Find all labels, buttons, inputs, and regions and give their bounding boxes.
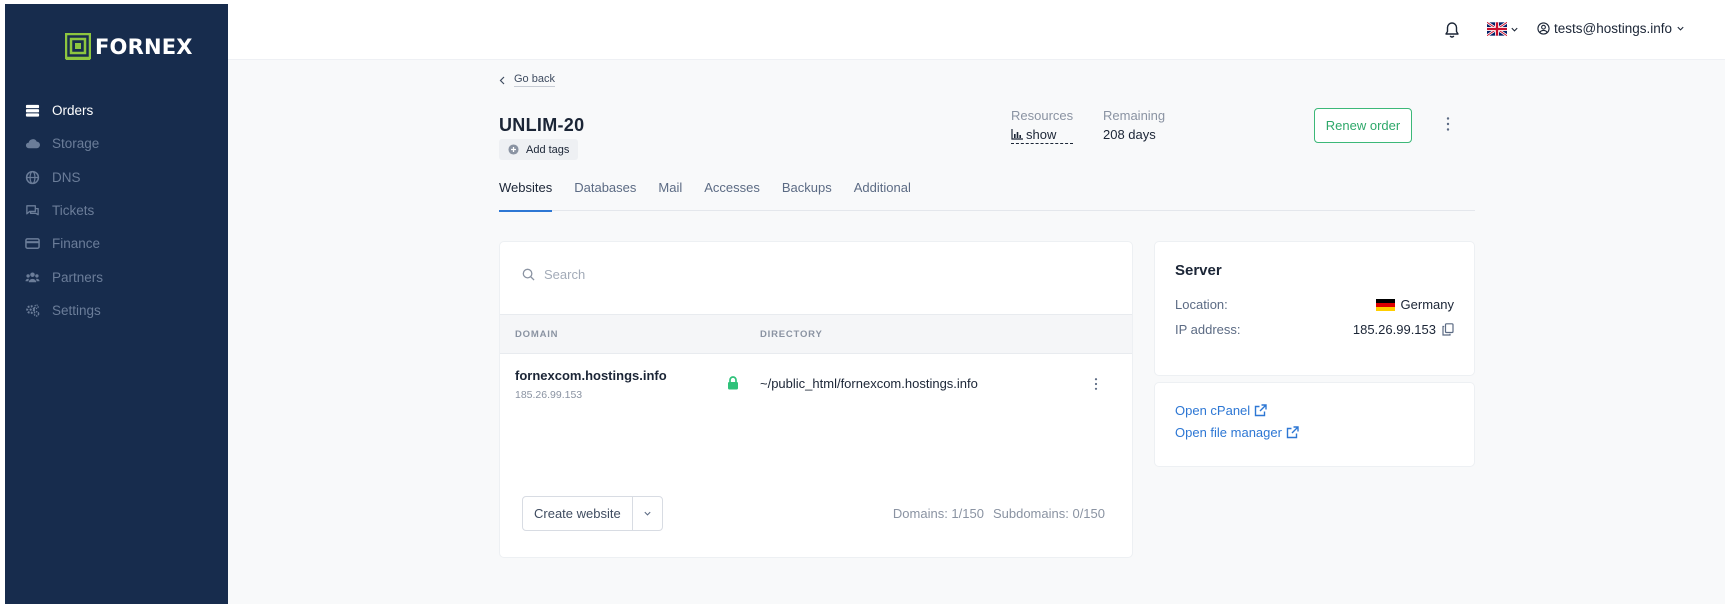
- website-directory: ~/public_html/fornexcom.hostings.info: [760, 376, 978, 391]
- sidebar-item-orders[interactable]: Orders: [5, 94, 228, 127]
- panel-links-card: Open cPanel Open file manager: [1154, 382, 1475, 467]
- server-icon: [24, 103, 40, 119]
- sidebar-item-label: Partners: [52, 269, 104, 285]
- column-header-domain: DOMAIN: [515, 329, 559, 340]
- main-content: Go back UNLIM-20 Add tags Resources show…: [228, 60, 1725, 604]
- open-cpanel-link[interactable]: Open cPanel: [1175, 403, 1267, 418]
- remaining-label: Remaining: [1103, 108, 1166, 123]
- open-file-manager-link[interactable]: Open file manager: [1175, 425, 1299, 440]
- sidebar-item-partners[interactable]: Partners: [5, 260, 228, 293]
- more-vertical-icon[interactable]: [1445, 116, 1451, 132]
- create-website-group: Create website: [522, 496, 663, 531]
- subdomains-count: Subdomains: 0/150: [992, 506, 1105, 521]
- search-input[interactable]: Search: [544, 267, 585, 282]
- open-file-manager-label: Open file manager: [1175, 425, 1282, 440]
- domains-count: Domains: 1/150: [892, 506, 984, 521]
- user-email: tests@hostings.info: [1554, 21, 1673, 36]
- column-header-directory: DIRECTORY: [760, 329, 823, 340]
- chevron-down-icon: [644, 511, 651, 516]
- resources-label: Resources: [1011, 108, 1074, 123]
- sidebar-item-storage[interactable]: Storage: [5, 127, 228, 160]
- resources-show-link[interactable]: show: [1011, 127, 1074, 144]
- brand-name: FORNEX: [95, 35, 193, 59]
- sidebar-item-label: Orders: [52, 103, 94, 119]
- sidebar-item-label: Storage: [52, 136, 100, 152]
- open-cpanel-label: Open cPanel: [1175, 403, 1251, 418]
- sidebar-item-finance[interactable]: Finance: [5, 227, 228, 260]
- external-link-icon: [1286, 426, 1299, 439]
- topbar: tests@hostings.info: [228, 0, 1725, 60]
- cloud-icon: [24, 136, 40, 152]
- ip-value-group: 185.26.99.153: [1353, 322, 1454, 337]
- chevron-down-icon: [1677, 26, 1684, 31]
- website-domain[interactable]: fornexcom.hostings.info: [515, 368, 667, 383]
- go-back-label: Go back: [514, 73, 555, 87]
- sidebar-item-label: Finance: [52, 236, 101, 252]
- create-website-button[interactable]: Create website: [523, 497, 633, 530]
- ip-value: 185.26.99.153: [1352, 322, 1436, 337]
- sidebar-item-label: Tickets: [52, 203, 95, 219]
- external-link-icon: [1254, 404, 1267, 417]
- server-card: Server Location: Germany IP address: 185…: [1154, 241, 1475, 376]
- bell-icon[interactable]: [1444, 21, 1460, 39]
- add-tags-button[interactable]: Add tags: [499, 139, 579, 160]
- germany-flag-icon: [1375, 298, 1395, 311]
- order-tabs: Websites Databases Mail Accesses Backups…: [499, 180, 1475, 212]
- copy-icon[interactable]: [1442, 323, 1454, 336]
- search-field[interactable]: Search: [522, 267, 585, 282]
- location-value: Germany: [1400, 297, 1454, 312]
- remaining-value: 208 days: [1103, 127, 1156, 142]
- chart-icon: [1011, 129, 1023, 140]
- table-header: DOMAIN DIRECTORY: [500, 314, 1132, 354]
- tab-accesses[interactable]: Accesses: [704, 180, 760, 211]
- chevron-down-icon: [1511, 27, 1518, 32]
- website-ip: 185.26.99.153: [515, 389, 583, 401]
- sidebar-item-label: DNS: [52, 169, 81, 185]
- go-back-link[interactable]: Go back: [499, 73, 555, 87]
- ssl-lock-icon: [728, 376, 738, 390]
- renew-order-button[interactable]: Renew order: [1314, 108, 1412, 143]
- websites-card: Search DOMAIN DIRECTORY fornexcom.hostin…: [499, 241, 1133, 558]
- chevron-left-icon: [499, 76, 505, 84]
- add-tags-label: Add tags: [526, 143, 570, 156]
- server-title: Server: [1175, 262, 1222, 279]
- sidebar-nav: Orders Storage DNS Tickets Finance Partn…: [5, 94, 228, 327]
- tab-websites[interactable]: Websites: [499, 180, 553, 212]
- sidebar-item-label: Settings: [52, 302, 101, 318]
- order-title: UNLIM-20: [499, 115, 585, 135]
- create-website-dropdown-toggle[interactable]: [633, 497, 662, 530]
- sidebar: FORNEX Orders Storage DNS Tickets Financ…: [5, 4, 228, 604]
- search-icon: [522, 268, 535, 281]
- sidebar-item-tickets[interactable]: Tickets: [5, 194, 228, 227]
- fornex-logo-icon: [65, 33, 91, 60]
- users-icon: [24, 269, 40, 285]
- user-menu[interactable]: tests@hostings.info: [1537, 21, 1685, 36]
- fornex-logo[interactable]: FORNEX: [65, 31, 193, 63]
- ip-label: IP address:: [1175, 322, 1241, 337]
- language-selector[interactable]: [1487, 22, 1519, 36]
- tab-databases[interactable]: Databases: [574, 180, 636, 211]
- card-icon: [24, 236, 40, 252]
- gears-icon: [24, 302, 40, 318]
- globe-icon: [24, 169, 40, 185]
- resources-block: Resources show: [1011, 108, 1074, 144]
- uk-flag-icon: [1487, 22, 1507, 36]
- tab-additional[interactable]: Additional: [854, 180, 911, 211]
- location-label: Location:: [1175, 297, 1228, 312]
- website-counts: Domains: 1/150 Subdomains: 0/150: [893, 506, 1105, 521]
- plus-circle-icon: [508, 144, 519, 155]
- chat-icon: [24, 203, 40, 219]
- user-icon: [1537, 22, 1550, 35]
- tab-mail[interactable]: Mail: [658, 180, 682, 211]
- location-value-group: Germany: [1375, 297, 1454, 312]
- sidebar-item-dns[interactable]: DNS: [5, 161, 228, 194]
- remaining-block: Remaining 208 days: [1103, 108, 1165, 142]
- tab-backups[interactable]: Backups: [782, 180, 832, 211]
- sidebar-item-settings[interactable]: Settings: [5, 294, 228, 327]
- more-vertical-icon[interactable]: [1093, 377, 1099, 391]
- resources-show-label: show: [1026, 127, 1057, 142]
